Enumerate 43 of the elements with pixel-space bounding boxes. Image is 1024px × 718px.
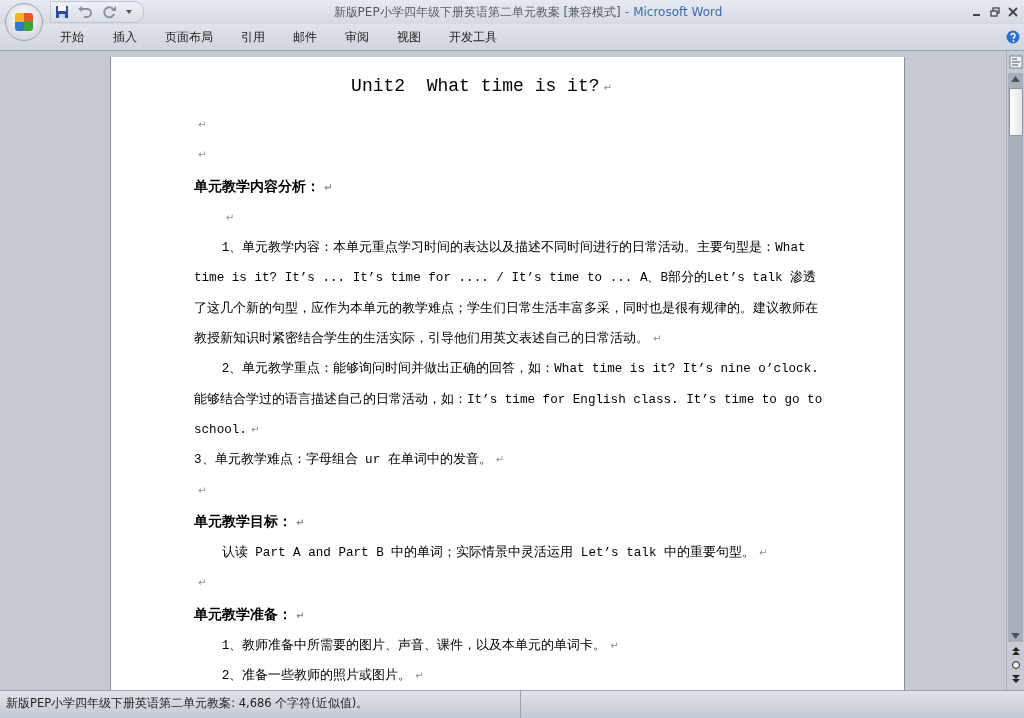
caret-icon[interactable] [125, 8, 133, 16]
paragraph: 1、教师准备中所需要的图片、声音、课件，以及本单元的单词卡。 ↵ [221, 639, 619, 654]
paragraph: 3、单元教学难点：字母组合 ur 在单词中的发音。 ↵ [194, 453, 505, 468]
scrollbar-thumb[interactable] [1008, 88, 1023, 136]
paragraph-mark: ↵ [198, 119, 207, 130]
scroll-up-icon[interactable] [1011, 76, 1020, 82]
ruler-toggle-icon[interactable] [1008, 55, 1023, 69]
browse-object-icon[interactable] [1010, 660, 1021, 670]
section-heading: 单元教学目标： ↵ [194, 512, 305, 529]
paragraph: 2、单元教学重点：能够询问时间并做出正确的回答，如：What time is it? It’s nine o’clock.能够结合学过的语言描述自己的日常活动，如：It’s time for English class. It’s time to go to school. ↵ [194, 362, 823, 437]
next-page-icon[interactable] [1010, 674, 1021, 684]
scroll-down-icon[interactable] [1011, 633, 1020, 639]
title-separator: - [624, 4, 630, 19]
vertical-scrollbar[interactable] [1008, 73, 1023, 642]
status-text: 新版PEP小学四年级下册英语第二单元教案: 4,686 个字符(近似值)。 [0, 691, 521, 718]
app-name: Microsoft Word [633, 4, 723, 19]
document-title: Unit2 What time is it? ↵ [351, 76, 612, 96]
ribbon-tab[interactable]: 开发工具 [449, 28, 497, 46]
previous-page-icon[interactable] [1010, 646, 1021, 656]
section-heading: 单元教学内容分析： ↵ [194, 177, 333, 194]
redo-icon[interactable] [101, 5, 117, 19]
paragraph: 认读 Part A and Part B 中的单词；实际情景中灵活运用 Let’s talk 中的重要句型。 ↵ [221, 546, 768, 561]
ribbon-tab[interactable]: 视图 [397, 28, 421, 46]
ribbon-tab[interactable]: 插入 [113, 28, 137, 46]
help-icon[interactable] [1006, 30, 1020, 44]
paragraph: 2、准备一些教师的照片或图片。 ↵ [221, 669, 424, 684]
ribbon-tab[interactable]: 审阅 [345, 28, 369, 46]
office-button[interactable] [5, 3, 43, 41]
undo-icon[interactable] [77, 5, 93, 19]
paragraph-mark: ↵ [198, 577, 207, 589]
paragraph-mark: ↵ [198, 484, 207, 496]
restore-icon[interactable] [990, 7, 1000, 17]
ribbon-tab[interactable]: 页面布局 [165, 28, 213, 46]
ribbon-tab[interactable]: 邮件 [293, 28, 317, 46]
ribbon-tab[interactable]: 引用 [241, 28, 265, 46]
paragraph-mark: ↵ [198, 149, 207, 161]
close-icon[interactable] [1008, 7, 1018, 17]
ribbon-tab[interactable]: 开始 [60, 28, 84, 46]
paragraph-mark: ↵ [225, 211, 235, 223]
window-title: 新版PEP小学四年级下册英语第二单元教案 [兼容模式] [333, 4, 621, 19]
save-icon[interactable] [55, 5, 69, 19]
section-heading: 单元教学准备： ↵ [194, 605, 305, 622]
paragraph: 1、单元教学内容：本单元重点学习时间的表达以及描述不同时间进行的日常活动。主要句型是：What time is it? It’s ... It’s time for .... / It’s time to ... A、B部分的Let’s talk 渗透了这几个新的句型，应作为本单元的教学难点；学生们日常生活丰富多采，同时也是很有规律的。建议教师在教授新知识时紧密结合学生的生活实际，引导他们用英文表述自己的日常活动。 ↵ [194, 241, 818, 347]
